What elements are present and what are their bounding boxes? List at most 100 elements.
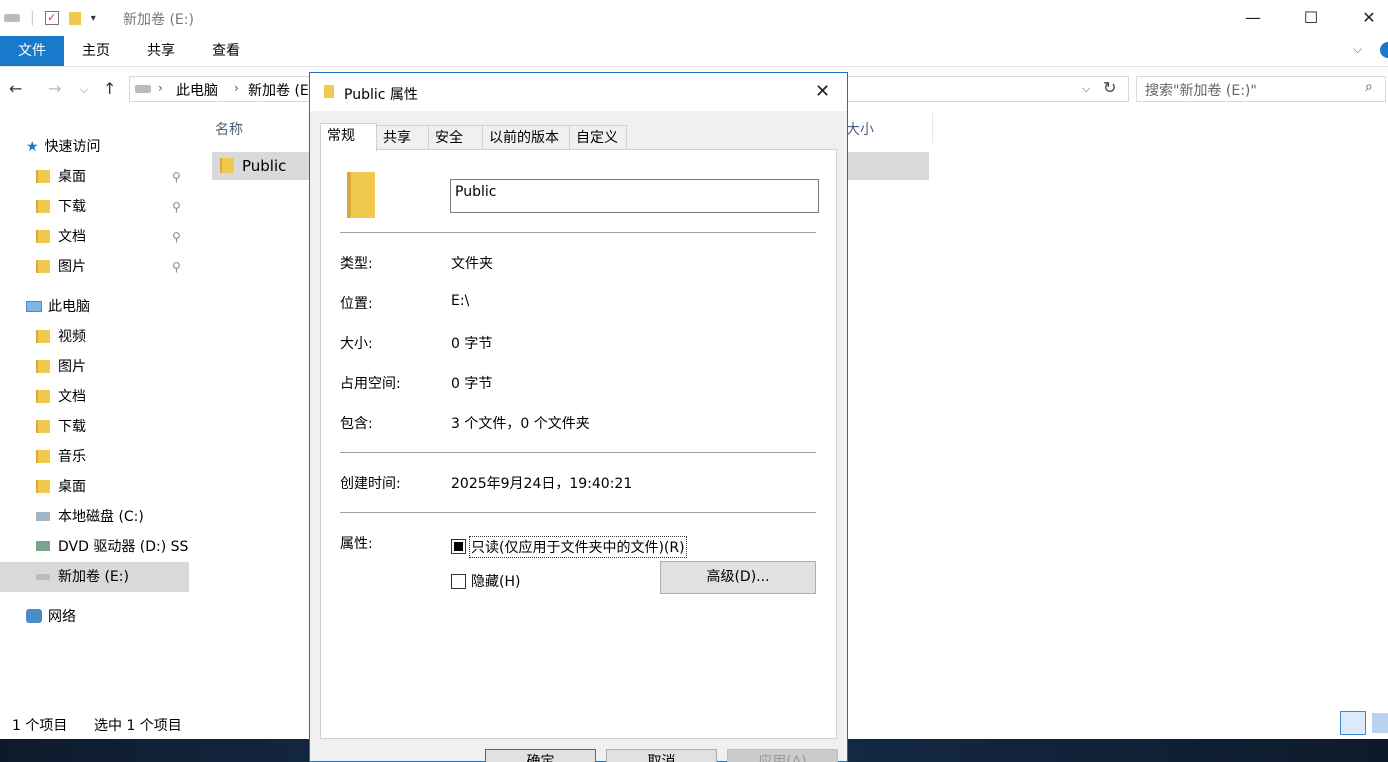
folder-icon [36, 480, 50, 493]
hidden-checkbox[interactable] [451, 574, 466, 589]
address-dropdown-icon[interactable]: ⌵ [1082, 82, 1090, 96]
column-header-size[interactable]: 大小 [846, 119, 874, 139]
breadcrumb-this-pc[interactable]: 此电脑 [176, 80, 218, 100]
contains-label: 包含: [340, 416, 373, 432]
download-folder-icon [36, 420, 50, 433]
ribbon-tabs: 文件 主页 共享 查看 ⌵ [0, 36, 1388, 67]
maximize-button[interactable]: ☐ [1282, 0, 1340, 34]
tab-security[interactable]: 安全 [428, 125, 483, 150]
pin-icon[interactable]: ⚲ [172, 230, 181, 244]
pin-icon[interactable]: ⚲ [172, 170, 181, 184]
search-placeholder: 搜索"新加卷 (E:)" [1145, 83, 1257, 99]
column-header-name[interactable]: 名称 [215, 119, 243, 139]
back-icon[interactable]: ← [9, 79, 22, 98]
drive-icon [135, 85, 151, 93]
location-value: E:\ [451, 293, 470, 309]
sidebar-item-desktop[interactable]: 桌面 [36, 162, 86, 192]
quick-access-toolbar: | ✓ ▾ [4, 8, 96, 28]
readonly-label[interactable]: 只读(仅应用于文件夹中的文件)(R) [469, 536, 687, 558]
status-selected-count: 选中 1 个项目 [94, 718, 182, 734]
sidebar-item-music[interactable]: 音乐 [36, 442, 86, 472]
folder-icon [324, 85, 334, 98]
download-folder-icon [36, 200, 50, 213]
up-icon[interactable]: ↑ [103, 79, 116, 98]
customize-dropdown-icon[interactable]: ▾ [91, 13, 96, 24]
sidebar-item-pictures[interactable]: 图片 [36, 252, 86, 282]
sidebar-item-pictures-pc[interactable]: 图片 [36, 352, 86, 382]
drive-icon [36, 574, 50, 580]
sidebar-item-network[interactable]: 网络 [26, 602, 76, 632]
general-panel: Public 类型: 文件夹 位置: E:\ 大小: 0 字节 占用空间: 0 … [320, 149, 837, 739]
network-icon [26, 609, 42, 623]
cancel-button[interactable]: 取消 [606, 749, 717, 762]
pictures-folder-icon [36, 260, 50, 273]
chevron-right-icon[interactable]: › [234, 81, 239, 95]
properties-check-icon[interactable]: ✓ [44, 11, 59, 25]
sidebar-item-this-pc[interactable]: 此电脑 [26, 292, 90, 322]
refresh-icon[interactable]: ↻ [1103, 78, 1116, 97]
sidebar-item-documents-pc[interactable]: 文档 [36, 382, 86, 412]
large-icons-view-icon[interactable] [1372, 713, 1388, 733]
ok-button[interactable]: 确定 [485, 749, 596, 762]
chevron-right-icon[interactable]: › [158, 81, 163, 95]
sidebar-item-documents[interactable]: 文档 [36, 222, 86, 252]
apply-button[interactable]: 应用(A) [727, 749, 838, 762]
ribbon-expand-icon[interactable]: ⌵ [1353, 42, 1362, 57]
forward-icon[interactable]: → [48, 79, 61, 98]
tab-share[interactable]: 共享 [131, 36, 191, 66]
divider [340, 452, 816, 453]
type-label: 类型: [340, 256, 373, 272]
folder-name-input[interactable]: Public [450, 179, 819, 213]
divider [340, 512, 816, 513]
sidebar-item-drive-c[interactable]: 本地磁盘 (C:) [36, 502, 144, 532]
new-folder-icon[interactable] [68, 11, 81, 25]
tab-view[interactable]: 查看 [196, 36, 256, 66]
folder-icon [220, 158, 234, 173]
sidebar-item-downloads[interactable]: 下载 [36, 192, 86, 222]
search-icon[interactable]: ⌕ [1365, 79, 1373, 95]
pin-icon[interactable]: ⚲ [172, 260, 181, 274]
computer-icon [26, 301, 42, 312]
created-value: 2025年9月24日，19:40:21 [451, 476, 633, 492]
column-divider [932, 113, 933, 143]
help-icon[interactable] [1380, 42, 1388, 58]
navigation-pane: ★ 快速访问 桌面 ⚲ 下载 ⚲ 文档 ⚲ 图片 ⚲ 此电脑 视频 图片 文档 下… [0, 130, 192, 710]
sidebar-item-dvd-drive[interactable]: DVD 驱动器 (D:) SS [36, 532, 188, 562]
drive-icon [4, 14, 20, 22]
recent-dropdown-icon[interactable]: ⌵ [80, 83, 88, 97]
close-button[interactable]: ✕ [1340, 0, 1388, 34]
documents-folder-icon [36, 390, 50, 403]
title-bar: | ✓ ▾ 新加卷 (E:) — ☐ ✕ [0, 0, 1388, 36]
location-label: 位置: [340, 296, 373, 312]
advanced-button[interactable]: 高级(D)... [660, 561, 816, 594]
tab-previous-versions[interactable]: 以前的版本 [482, 125, 570, 150]
readonly-checkbox[interactable] [451, 539, 466, 554]
sidebar-item-desktop-pc[interactable]: 桌面 [36, 472, 86, 502]
tab-sharing[interactable]: 共享 [376, 125, 429, 150]
search-input[interactable]: 搜索"新加卷 (E:)" ⌕ [1136, 76, 1386, 102]
tab-customize[interactable]: 自定义 [569, 125, 627, 150]
dialog-title-bar: Public 属性 ✕ [310, 73, 847, 111]
tab-general[interactable]: 常规 [320, 123, 377, 151]
divider [340, 232, 816, 233]
sidebar-item-drive-e[interactable]: 新加卷 (E:) [0, 562, 189, 592]
details-view-icon[interactable] [1340, 711, 1366, 735]
videos-folder-icon [36, 330, 50, 343]
minimize-button[interactable]: — [1224, 0, 1282, 34]
hidden-label[interactable]: 隐藏(H) [471, 571, 520, 591]
tab-file[interactable]: 文件 [0, 36, 64, 66]
sidebar-item-videos[interactable]: 视频 [36, 322, 86, 352]
sidebar-item-downloads-pc[interactable]: 下载 [36, 412, 86, 442]
dialog-close-icon[interactable]: ✕ [815, 81, 830, 102]
disk-size-value: 0 字节 [451, 376, 493, 392]
contains-value: 3 个文件，0 个文件夹 [451, 416, 590, 432]
documents-folder-icon [36, 230, 50, 243]
star-icon: ★ [26, 139, 39, 155]
properties-dialog: Public 属性 ✕ 常规 共享 安全 以前的版本 自定义 Public 类型… [309, 72, 848, 762]
sidebar-item-quick-access[interactable]: ★ 快速访问 [26, 132, 101, 162]
attributes-label: 属性: [340, 536, 373, 552]
tab-home[interactable]: 主页 [66, 36, 126, 66]
pin-icon[interactable]: ⚲ [172, 200, 181, 214]
size-value: 0 字节 [451, 336, 493, 352]
disk-size-label: 占用空间: [340, 376, 401, 392]
